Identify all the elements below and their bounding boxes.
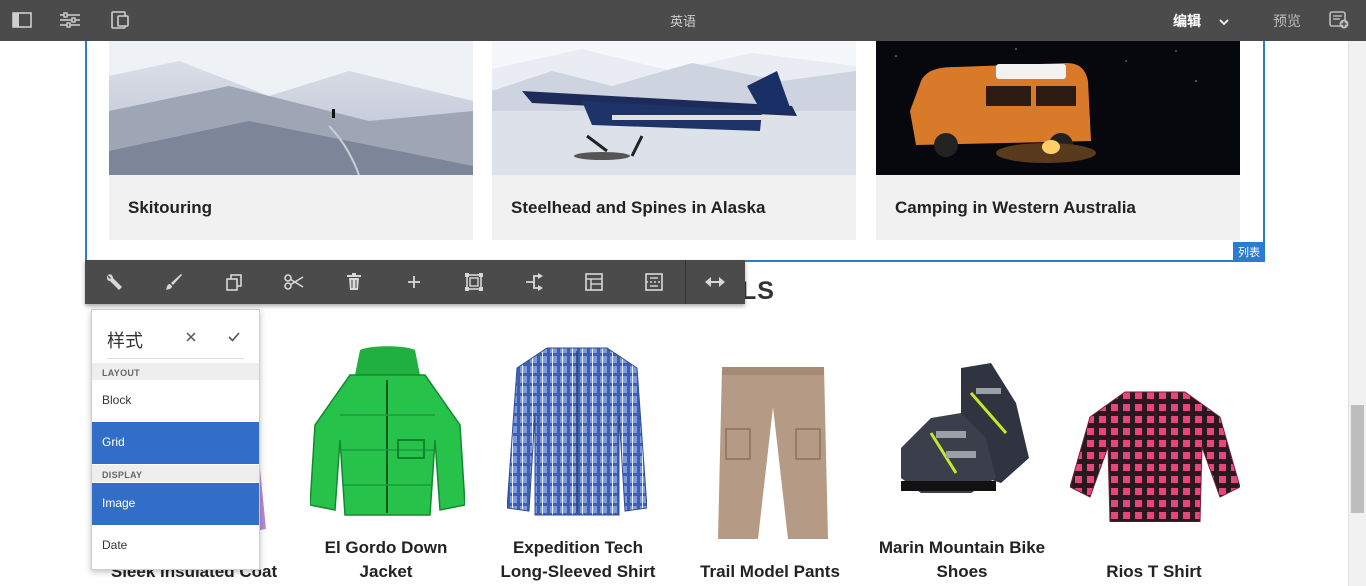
- product-name[interactable]: Rios T Shirt: [1058, 560, 1250, 584]
- shirt-image: [506, 343, 648, 518]
- pants-image: [718, 367, 828, 539]
- product-name-line2[interactable]: Shoes: [866, 560, 1058, 584]
- product-name[interactable]: El Gordo Down: [290, 536, 482, 560]
- option-grid[interactable]: Grid: [92, 422, 259, 464]
- configure-wrench-icon[interactable]: [85, 260, 143, 304]
- annotations-icon[interactable]: [1329, 10, 1349, 35]
- page-title: 英语: [669, 14, 696, 29]
- component-toolbar: [85, 260, 745, 304]
- jacket-image: [309, 345, 466, 520]
- style-system-popover: 样式 LAYOUT Block Grid DISPLAY Image Date: [91, 309, 260, 570]
- copy-icon[interactable]: [205, 260, 263, 304]
- parent-select-icon[interactable]: [505, 260, 563, 304]
- product-name-line2[interactable]: Jacket: [290, 560, 482, 584]
- insert-plus-icon[interactable]: [385, 260, 443, 304]
- divider: [107, 358, 244, 359]
- template-icon[interactable]: [625, 260, 683, 304]
- component-tag: 列表: [1233, 242, 1265, 261]
- cut-scissors-icon[interactable]: [265, 260, 323, 304]
- style-brush-icon[interactable]: [145, 260, 203, 304]
- group-label-display: DISPLAY: [92, 465, 259, 482]
- scrollbar-thumb[interactable]: [1351, 405, 1364, 513]
- preview-button[interactable]: 预览: [1273, 11, 1301, 31]
- product-name[interactable]: Marin Mountain Bike: [866, 536, 1058, 560]
- popover-title: 样式: [107, 331, 143, 351]
- delete-trash-icon[interactable]: [325, 260, 383, 304]
- group-label-layout: LAYOUT: [92, 363, 259, 380]
- layout-resize-arrows-icon[interactable]: [686, 260, 744, 304]
- checkmark-icon[interactable]: [226, 329, 242, 345]
- product-name-line2[interactable]: Long-Sleeved Shirt: [482, 560, 674, 584]
- bike-shoes-image: [901, 363, 1031, 498]
- t-shirt-image: [1069, 387, 1241, 523]
- section-heading: LS: [741, 277, 775, 305]
- product-name[interactable]: Expedition Tech: [482, 536, 674, 560]
- option-date[interactable]: Date: [92, 525, 259, 567]
- close-icon[interactable]: [183, 329, 199, 345]
- group-icon[interactable]: [445, 260, 503, 304]
- list-component-selection[interactable]: [85, 41, 1265, 262]
- layout-icon[interactable]: [565, 260, 623, 304]
- page-scrollbar[interactable]: [1348, 41, 1366, 586]
- option-image[interactable]: Image: [92, 483, 259, 525]
- product-name[interactable]: Trail Model Pants: [674, 560, 866, 584]
- chevron-down-icon[interactable]: [1219, 13, 1229, 31]
- option-block[interactable]: Block: [92, 380, 259, 422]
- editor-header: 英语 编辑 预览: [0, 0, 1366, 41]
- page-canvas: Skitouring Steelhead and Spines in Alask…: [0, 41, 1348, 586]
- mode-selector[interactable]: 编辑: [1173, 11, 1201, 31]
